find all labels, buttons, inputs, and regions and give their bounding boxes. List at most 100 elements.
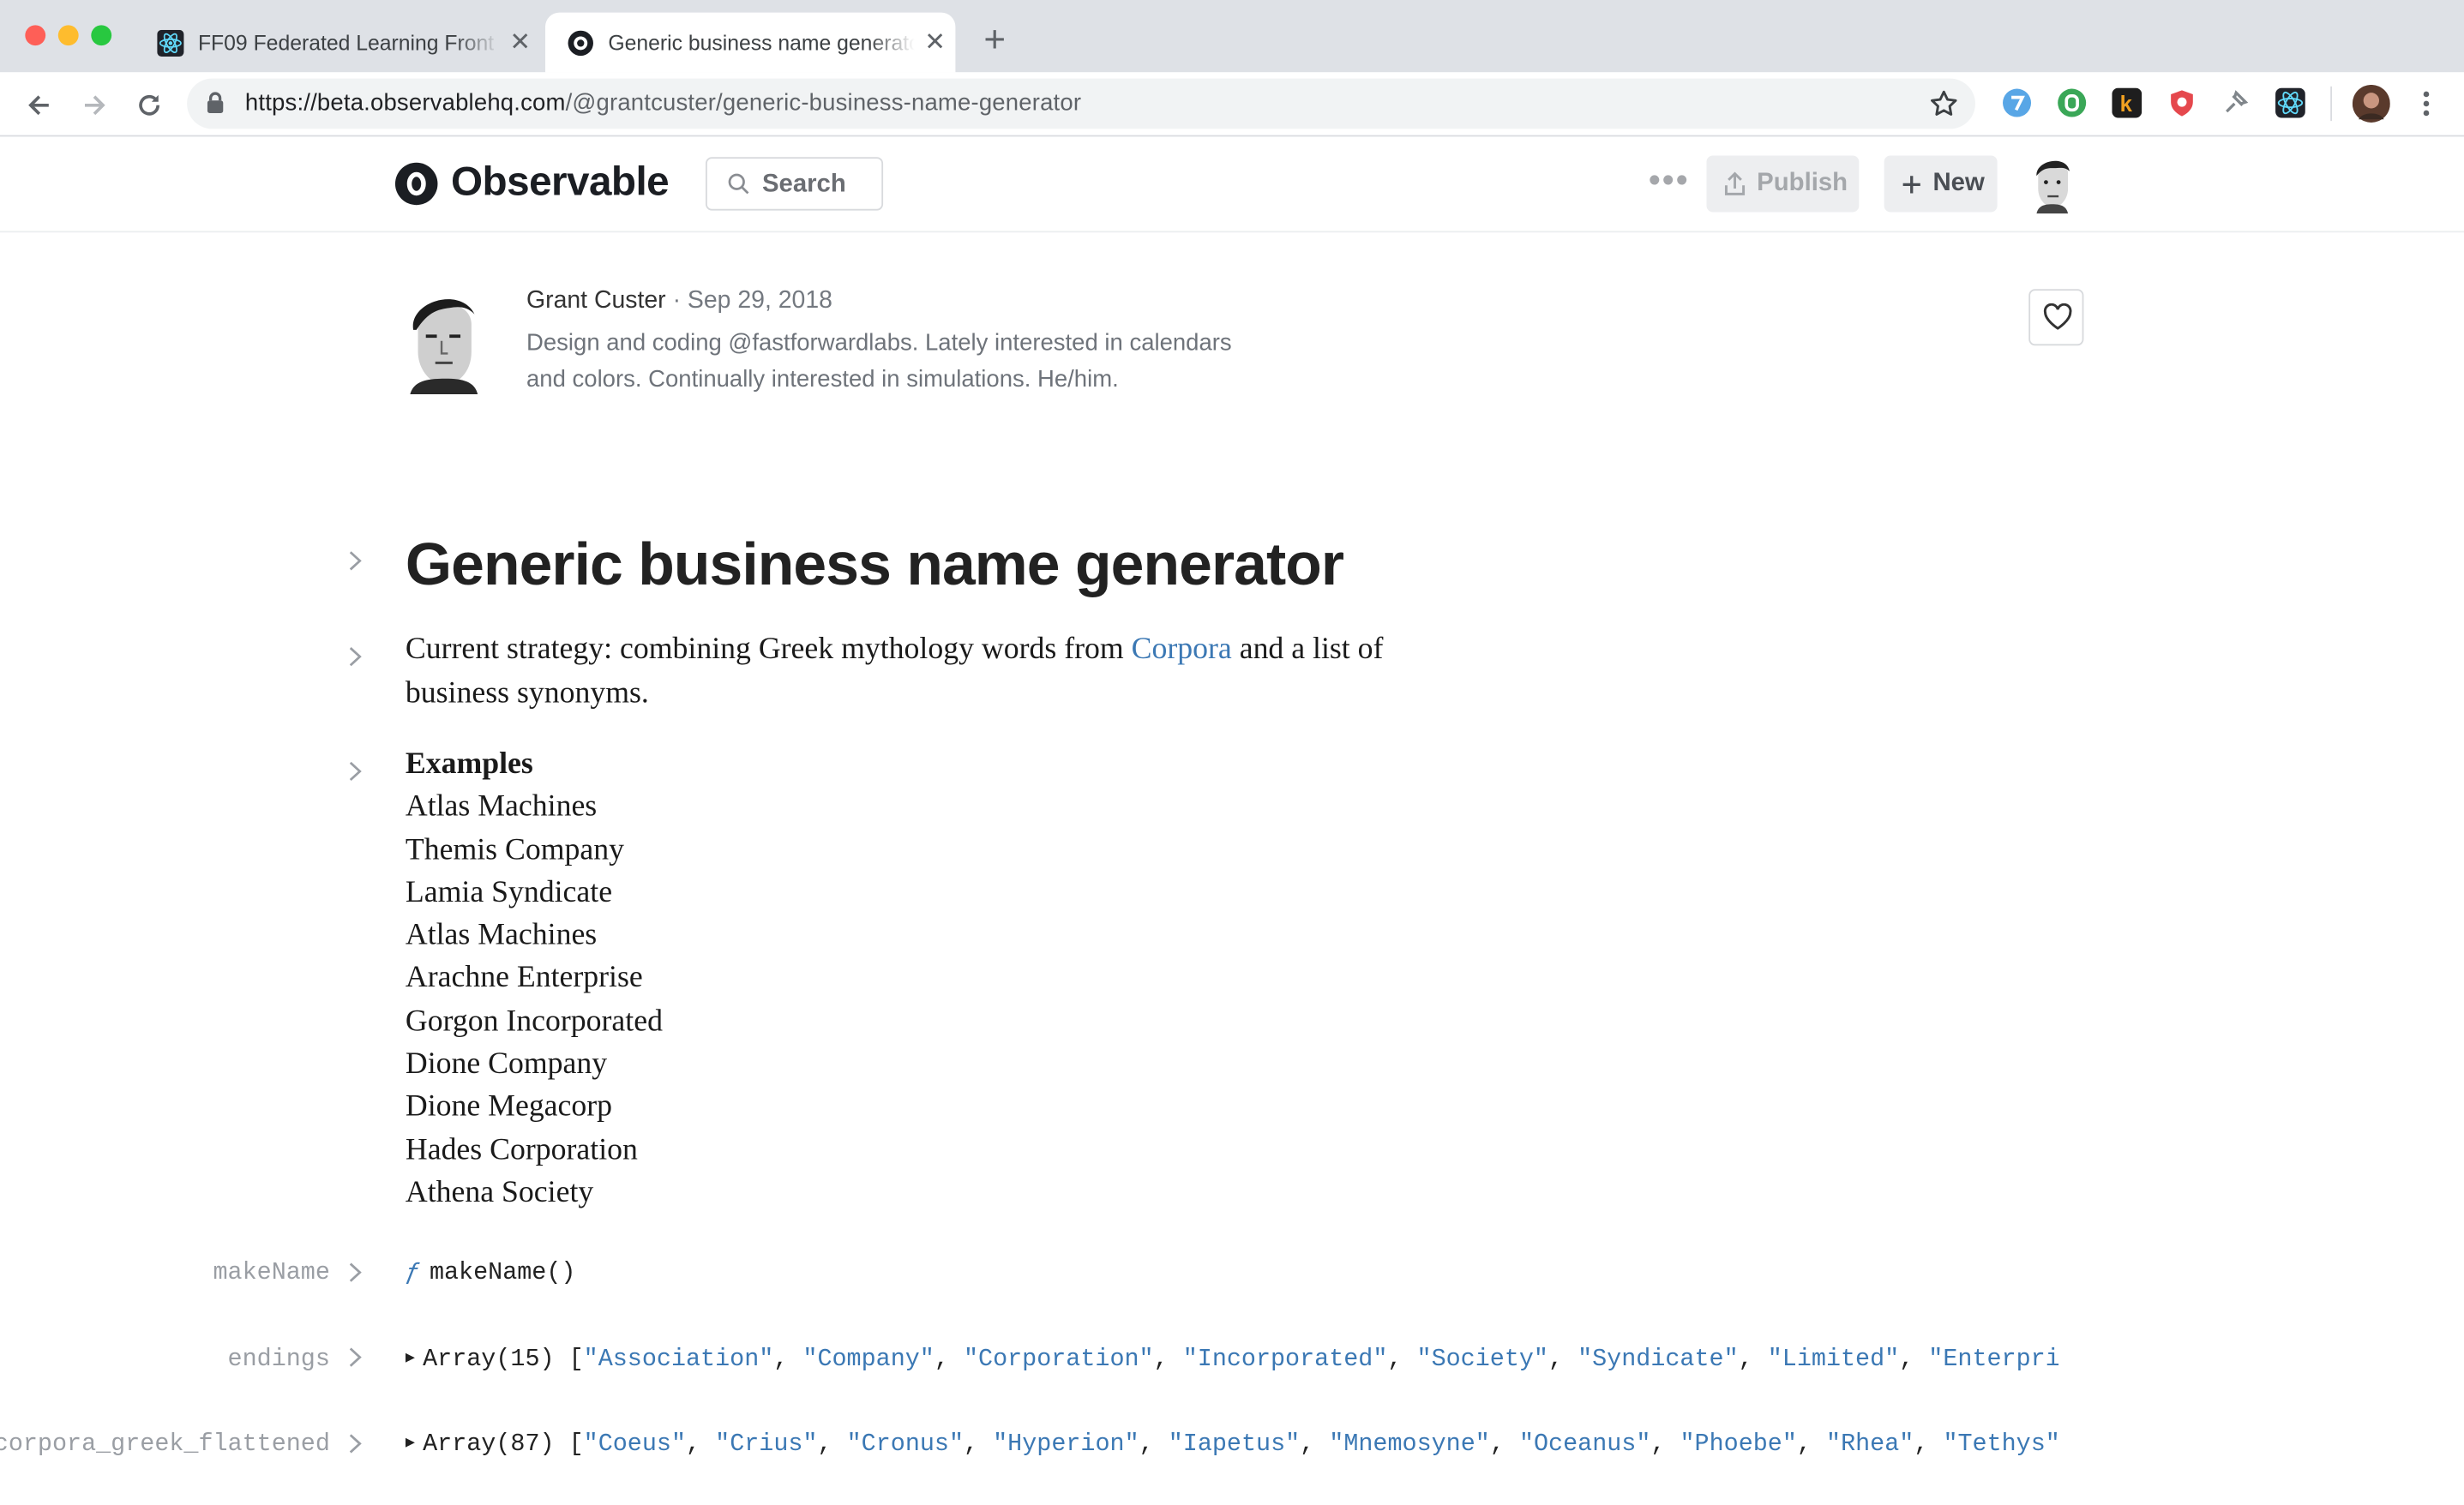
array-separator: , (1300, 1429, 1330, 1458)
extension-green-icon[interactable] (2057, 88, 2087, 118)
observable-header: Observable Search ••• Publish New (0, 136, 2464, 233)
bookmark-star-icon[interactable] (1928, 88, 1960, 120)
cell-toggle-chevron-icon[interactable] (346, 550, 364, 573)
new-notebook-button[interactable]: New (1884, 155, 1998, 213)
search-icon (728, 173, 749, 195)
example-item: Themis Company (405, 833, 625, 867)
reload-button[interactable] (129, 85, 170, 126)
new-label: New (1932, 169, 1985, 197)
reload-icon (139, 94, 160, 116)
array-separator: , (1650, 1429, 1680, 1458)
example-item: Hades Corporation (405, 1133, 638, 1167)
extension-shield-icon[interactable] (2167, 88, 2197, 118)
array-items: "Association", "Company", "Corporation",… (584, 1345, 2058, 1373)
array-separator: , (1738, 1344, 1768, 1373)
array-item: "Rhea" (1826, 1429, 1914, 1458)
close-window-button[interactable] (25, 25, 46, 46)
array-separator: , (1914, 1429, 1944, 1458)
profile-avatar[interactable] (2352, 84, 2390, 123)
array-item: "Enterpris (1928, 1344, 2059, 1373)
cell-toggle-chevron-icon[interactable] (346, 1433, 364, 1455)
browser-toolbar: https://beta.observablehq.com/@grantcust… (0, 72, 2464, 137)
array-item: "Limited" (1767, 1344, 1900, 1373)
tab-generic-business[interactable]: Generic business name generator ✕ (545, 12, 956, 73)
publish-date: · Sep 29, 2018 (672, 287, 832, 315)
example-item: Gorgon Incorporated (405, 1004, 663, 1039)
array-separator: , (1153, 1344, 1183, 1373)
publish-label: Publish (1757, 169, 1848, 197)
like-button[interactable] (2028, 289, 2084, 346)
tab-title: Generic business name generator (608, 30, 915, 55)
back-arrow-icon (28, 95, 49, 116)
array-separator: , (773, 1344, 803, 1373)
array-separator: , (686, 1429, 716, 1458)
cell-name-makename[interactable]: makeName (213, 1258, 330, 1286)
address-bar[interactable]: https://beta.observablehq.com/@grantcust… (187, 78, 1975, 129)
new-tab-button[interactable]: + (974, 20, 1015, 62)
maximize-window-button[interactable] (91, 25, 112, 46)
cell-toggle-chevron-icon[interactable] (346, 645, 364, 668)
url-text: https://beta.observablehq.com/@grantcust… (245, 89, 1081, 116)
lock-icon (207, 92, 224, 113)
function-signature: makeName() (429, 1258, 576, 1287)
observable-icon (568, 29, 593, 56)
makename-output[interactable]: ƒ makeName() (406, 1258, 576, 1286)
array-item: "Tethys" (1943, 1429, 2059, 1458)
array-separator: , (1139, 1429, 1169, 1458)
array-item: "Phoebe" (1680, 1429, 1797, 1458)
corpora-output[interactable]: ▶ Array(87) ["Coeus", "Crius", "Cronus", … (406, 1430, 2058, 1458)
minimize-window-button[interactable] (57, 25, 79, 46)
toolbar-divider (2330, 86, 2333, 122)
back-button[interactable] (19, 85, 60, 126)
cell-toggle-chevron-icon[interactable] (346, 760, 364, 782)
extension-react-icon[interactable] (2275, 87, 2305, 118)
screen: FF09 Federated Learning Front ✕ Generic … (0, 0, 2464, 1505)
example-item: Athena Society (405, 1176, 594, 1210)
strategy-paragraph: Current strategy: combining Greek mythol… (406, 628, 1474, 715)
close-tab-icon[interactable]: ✕ (915, 27, 956, 58)
user-avatar[interactable] (2028, 154, 2076, 214)
array-separator: , (817, 1429, 847, 1458)
array-separator: , (1796, 1429, 1827, 1458)
brand-name[interactable]: Observable (451, 157, 670, 206)
corpora-link[interactable]: Corpora (1132, 633, 1232, 666)
expand-triangle-icon[interactable]: ▶ (406, 1349, 415, 1368)
cell-name-endings[interactable]: endings (228, 1345, 330, 1373)
search-label: Search (761, 171, 846, 198)
examples-heading: Examples (405, 747, 533, 781)
cell-name-corpora[interactable]: corpora_greek_flattened (0, 1430, 330, 1458)
extension-k-icon[interactable]: k (2112, 87, 2142, 118)
url-host: https://beta.observablehq.com (244, 89, 566, 117)
heart-icon (2043, 303, 2072, 330)
forward-button[interactable] (74, 85, 115, 126)
extension-pin-icon[interactable] (2221, 88, 2251, 118)
array-separator: , (934, 1344, 964, 1373)
close-tab-icon[interactable]: ✕ (500, 27, 541, 58)
array-separator: , (1899, 1344, 1929, 1373)
array-separator: , (964, 1429, 994, 1458)
examples-list: Examples Atlas Machines Themis Company L… (406, 743, 663, 1214)
extension-blue-icon[interactable] (2002, 88, 2032, 118)
more-options-icon[interactable]: ••• (1649, 163, 1690, 197)
array-item: "Company" (802, 1344, 935, 1373)
example-item: Dione Company (405, 1047, 608, 1082)
bio-line: and colors. Continually interested in si… (526, 366, 1119, 393)
expand-triangle-icon[interactable]: ▶ (406, 1434, 415, 1453)
search-button[interactable]: Search (705, 157, 884, 211)
array-separator: , (1489, 1429, 1519, 1458)
example-item: Dione Megacorp (405, 1090, 613, 1124)
chrome-menu-icon[interactable] (2415, 89, 2437, 117)
forward-arrow-icon (84, 95, 105, 116)
array-item: "Oceanus" (1518, 1429, 1651, 1458)
observable-logo-icon[interactable] (394, 162, 438, 206)
strategy-text: business synonyms. (405, 676, 649, 710)
tab-ff09[interactable]: FF09 Federated Learning Front ✕ (135, 13, 541, 73)
cell-toggle-chevron-icon[interactable] (346, 1262, 364, 1284)
array-item: "Society" (1416, 1344, 1548, 1373)
author-name[interactable]: Grant Custer (526, 287, 666, 314)
array-item: "Mnemosyne" (1329, 1429, 1490, 1458)
endings-output[interactable]: ▶ Array(15) ["Association", "Company", "C… (406, 1345, 2058, 1373)
cell-toggle-chevron-icon[interactable] (346, 1346, 364, 1369)
author-photo[interactable] (404, 289, 483, 395)
publish-button[interactable]: Publish (1706, 155, 1860, 213)
